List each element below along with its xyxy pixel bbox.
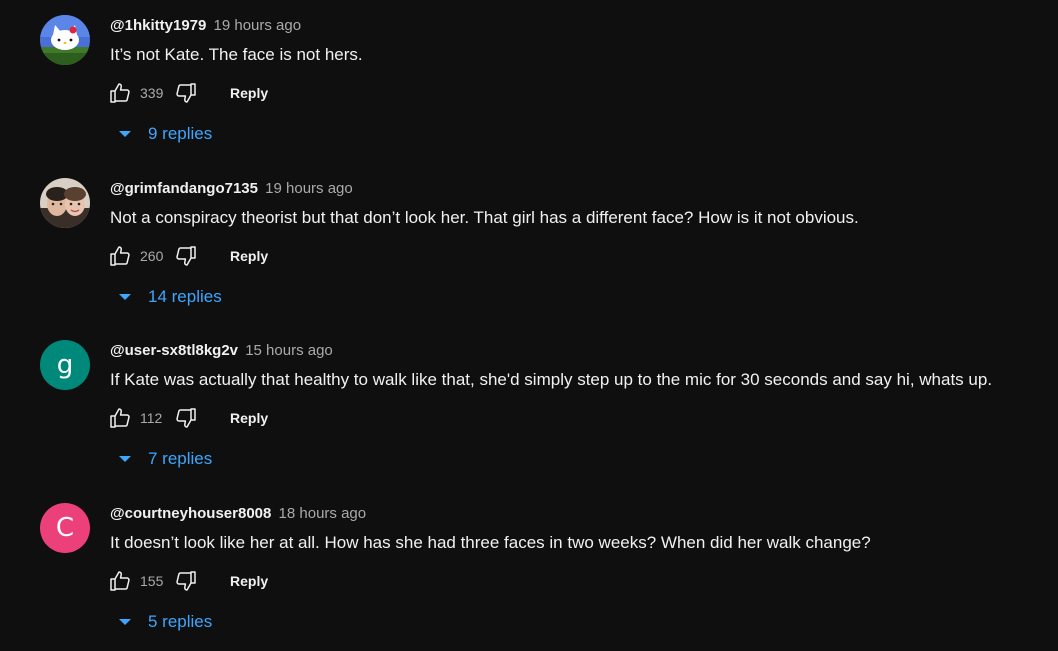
thumbs-up-icon: [110, 408, 130, 428]
comment-actions: 339 Reply: [108, 79, 268, 107]
thumbs-down-icon: [176, 83, 196, 103]
like-button[interactable]: [108, 81, 132, 105]
like-button[interactable]: [108, 569, 132, 593]
thumbs-down-icon: [176, 571, 196, 591]
comment-actions: 112 Reply: [108, 404, 268, 432]
avatar-letter: g: [56, 350, 74, 380]
comment: C @courtneyhouser8008 18 hours ago It do…: [0, 488, 1058, 651]
comment: @grimfandango7135 19 hours ago Not a con…: [0, 163, 1058, 326]
timestamp[interactable]: 18 hours ago: [279, 505, 367, 522]
comment-header: @grimfandango7135 19 hours ago: [110, 179, 353, 199]
author-name[interactable]: @grimfandango7135: [110, 180, 258, 197]
comment-actions: 260 Reply: [108, 242, 268, 270]
dislike-button[interactable]: [174, 81, 198, 105]
thumbs-up-icon: [110, 571, 130, 591]
avatar[interactable]: [40, 178, 90, 228]
thumbs-up-icon: [110, 246, 130, 266]
dislike-button[interactable]: [174, 406, 198, 430]
comment-header: @user-sx8tl8kg2v 15 hours ago: [110, 341, 333, 361]
replies-count: 14 replies: [148, 287, 222, 306]
comment-text: If Kate was actually that healthy to wal…: [110, 370, 993, 389]
view-replies-button[interactable]: 5 replies: [118, 609, 212, 635]
comment-text: Not a conspiracy theorist but that don’t…: [110, 208, 859, 227]
like-button[interactable]: [108, 406, 132, 430]
comment-header: @courtneyhouser8008 18 hours ago: [110, 504, 366, 524]
timestamp[interactable]: 19 hours ago: [265, 180, 353, 197]
caret-down-icon: [118, 129, 132, 139]
like-count: 339: [140, 85, 164, 101]
thumbs-down-icon: [176, 246, 196, 266]
view-replies-button[interactable]: 7 replies: [118, 446, 212, 472]
reply-button[interactable]: Reply: [230, 410, 268, 426]
caret-down-icon: [118, 617, 132, 627]
author-name[interactable]: @1hkitty1979: [110, 17, 206, 34]
photo-avatar-icon: [40, 178, 90, 228]
timestamp[interactable]: 19 hours ago: [214, 17, 302, 34]
comment: @1hkitty1979 19 hours ago It’s not Kate.…: [0, 0, 1058, 163]
view-replies-button[interactable]: 14 replies: [118, 284, 222, 310]
like-count: 112: [140, 410, 163, 426]
replies-count: 5 replies: [148, 612, 213, 631]
comment-header: @1hkitty1979 19 hours ago: [110, 16, 301, 36]
thumbs-down-icon: [176, 408, 196, 428]
comment-actions: 155 Reply: [108, 567, 268, 595]
dislike-button[interactable]: [174, 569, 198, 593]
like-button[interactable]: [108, 244, 132, 268]
dislike-button[interactable]: [174, 244, 198, 268]
author-name[interactable]: @courtneyhouser8008: [110, 505, 271, 522]
hello-kitty-avatar-icon: [40, 15, 90, 65]
caret-down-icon: [118, 454, 132, 464]
avatar[interactable]: g: [40, 340, 90, 390]
view-replies-button[interactable]: 9 replies: [118, 121, 212, 147]
reply-button[interactable]: Reply: [230, 573, 268, 589]
avatar-letter: C: [55, 513, 75, 543]
like-count: 155: [140, 573, 164, 589]
avatar[interactable]: [40, 15, 90, 65]
comment: g @user-sx8tl8kg2v 15 hours ago If Kate …: [0, 325, 1058, 488]
comment-text: It doesn’t look like her at all. How has…: [110, 533, 871, 552]
caret-down-icon: [118, 292, 132, 302]
author-name[interactable]: @user-sx8tl8kg2v: [110, 342, 238, 359]
comment-text: It’s not Kate. The face is not hers.: [110, 45, 363, 64]
replies-count: 9 replies: [148, 124, 213, 143]
like-count: 260: [140, 248, 164, 264]
reply-button[interactable]: Reply: [230, 248, 268, 264]
replies-count: 7 replies: [148, 449, 213, 468]
timestamp[interactable]: 15 hours ago: [245, 342, 333, 359]
reply-button[interactable]: Reply: [230, 85, 268, 101]
avatar[interactable]: C: [40, 503, 90, 553]
thumbs-up-icon: [110, 83, 130, 103]
